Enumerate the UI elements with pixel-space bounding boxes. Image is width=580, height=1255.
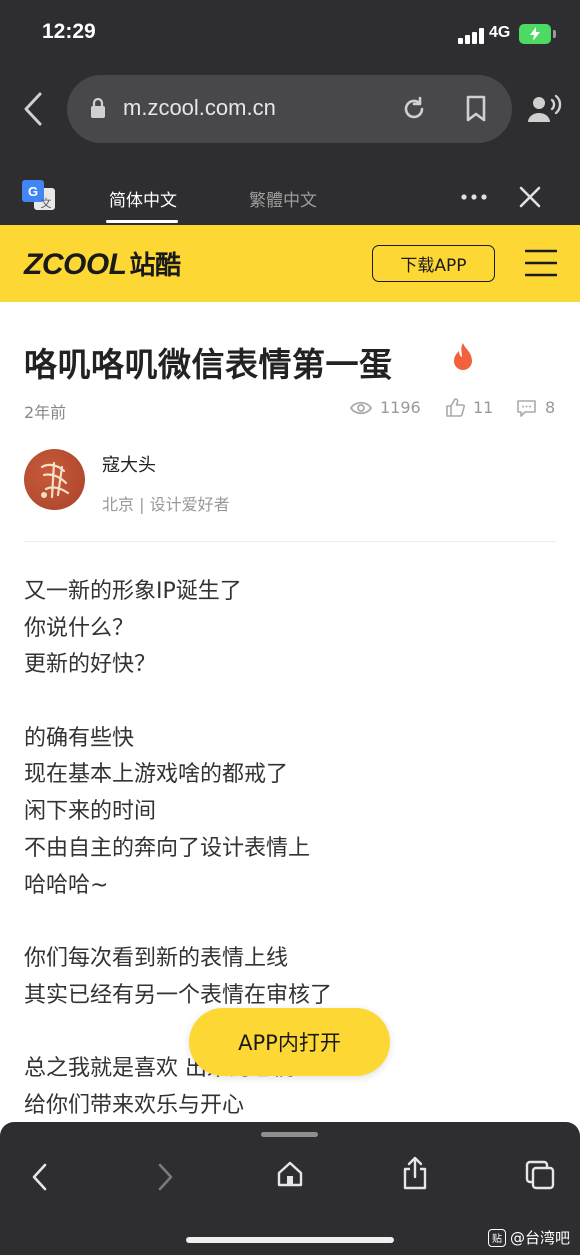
body-line: 的确有些快 — [24, 725, 135, 751]
home-indicator — [186, 1237, 394, 1243]
divider — [24, 541, 556, 542]
comment-icon — [517, 399, 536, 417]
body-line: 不由自主的奔向了设计表情上 — [24, 835, 311, 861]
bookmark-icon[interactable] — [465, 95, 487, 123]
watermark-text: @台湾吧 — [510, 1229, 571, 1247]
body-line: 更新的好快？ — [24, 652, 157, 678]
menu-icon[interactable] — [525, 249, 557, 277]
browser-chrome: 12:29 4G m.zcool.com.cn G 文 简体中文 繁體中文 — [0, 0, 580, 225]
browser-back-button[interactable] — [20, 90, 48, 128]
eye-icon — [350, 401, 372, 414]
lock-icon — [91, 97, 105, 118]
back-icon[interactable] — [30, 1162, 50, 1192]
views-count: 1196 — [380, 398, 421, 417]
post-time: 2年前 — [24, 403, 67, 422]
forward-icon[interactable] — [155, 1162, 175, 1192]
body-line — [24, 684, 556, 721]
signal-strength-icon — [458, 28, 484, 44]
share-icon[interactable] — [402, 1156, 428, 1190]
open-in-app-button[interactable]: APP内打开 — [189, 1008, 390, 1076]
translate-bar: G 文 简体中文 繁體中文 — [0, 170, 580, 225]
views-stat: 1196 — [350, 398, 421, 417]
download-app-button[interactable]: 下载APP — [372, 245, 495, 282]
url-text: m.zcool.com.cn — [123, 95, 276, 120]
comments-count: 8 — [545, 398, 556, 417]
comments-stat[interactable]: 8 — [516, 398, 555, 417]
watermark-badge: 贴 — [488, 1228, 506, 1247]
battery-nub — [553, 30, 556, 38]
zcool-logo[interactable]: ZCOOL 站酷 — [24, 245, 181, 282]
network-type: 4G — [489, 24, 511, 41]
site-header: ZCOOL 站酷 下载APP — [0, 225, 580, 302]
tabs-icon[interactable] — [525, 1160, 555, 1190]
body-line: 你们每次看到新的表情上线 — [24, 945, 289, 971]
address-bar[interactable]: m.zcool.com.cn — [67, 75, 512, 143]
fire-icon — [454, 343, 472, 370]
likes-stat[interactable]: 11 — [446, 398, 493, 417]
watermark: 贴 @台湾吧 — [488, 1227, 570, 1248]
status-time: 12:29 — [42, 20, 96, 43]
reader-voice-icon[interactable] — [527, 94, 563, 124]
author-name[interactable]: 寇大头 — [102, 451, 156, 477]
thumbs-up-icon — [446, 398, 465, 417]
tab-traditional-chinese[interactable]: 繁體中文 — [249, 186, 317, 211]
more-icon[interactable] — [461, 194, 487, 200]
battery-icon — [519, 24, 551, 44]
status-bar: 12:29 4G — [0, 0, 580, 70]
body-line — [24, 904, 556, 941]
body-line: 又一新的形象IP诞生了 — [24, 579, 242, 604]
article-title: 咯叽咯叽微信表情第一蛋 — [24, 345, 393, 384]
body-line: 现在基本上游戏啥的都戒了 — [24, 762, 289, 788]
body-line: 你说什么？ — [24, 615, 135, 641]
active-tab-indicator — [106, 220, 178, 223]
home-icon[interactable] — [276, 1160, 304, 1188]
author-avatar[interactable] — [24, 449, 85, 510]
svg-text:文: 文 — [41, 196, 52, 210]
close-icon[interactable] — [518, 185, 542, 209]
logo-chinese: 站酷 — [129, 251, 182, 281]
tab-simplified-chinese[interactable]: 简体中文 — [109, 186, 177, 211]
reload-icon[interactable] — [401, 96, 427, 122]
google-translate-icon[interactable]: G 文 — [22, 180, 56, 212]
body-line: 给你们带来欢乐与开心 — [24, 1092, 245, 1118]
body-line: 哈哈哈~ — [24, 872, 109, 898]
author-meta: 北京 | 设计爱好者 — [102, 495, 230, 514]
body-line: 闲下来的时间 — [24, 799, 157, 825]
browser-toolbar: 贴 @台湾吧 — [0, 1122, 580, 1255]
likes-count: 11 — [473, 398, 494, 417]
svg-text:G: G — [28, 184, 38, 199]
logo-latin: ZCOOL — [24, 248, 127, 281]
sheet-handle[interactable] — [261, 1132, 318, 1137]
